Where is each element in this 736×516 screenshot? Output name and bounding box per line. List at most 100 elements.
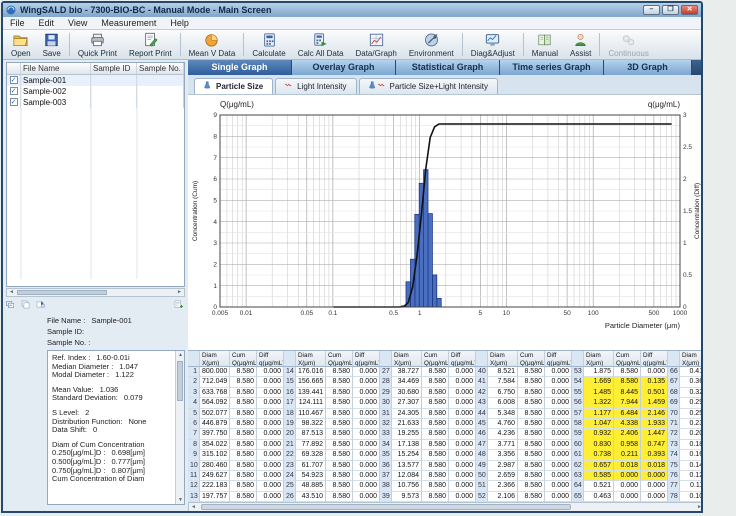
file-list-row[interactable]: ✓Sample-001 bbox=[7, 75, 184, 86]
tab-statistical-graph[interactable]: Statistical Graph bbox=[396, 60, 500, 75]
toolbar-button-continuous: Continuous bbox=[602, 31, 654, 58]
table-row: 12222.1838.5800.000 bbox=[188, 481, 284, 491]
comment-label: Comment bbox=[49, 509, 82, 513]
close-button[interactable]: ✕ bbox=[681, 5, 698, 15]
scroll-left-icon[interactable]: ◄ bbox=[7, 289, 16, 296]
toolbar-button-calculate[interactable]: Calculate bbox=[246, 31, 291, 58]
toolbar-button-open[interactable]: Open bbox=[5, 31, 37, 58]
header-top: Diam bbox=[298, 352, 323, 360]
scroll-left-icon[interactable]: ◄ bbox=[189, 503, 198, 510]
toolbar-button-label: Manual bbox=[532, 49, 558, 58]
menu-item-measurement[interactable]: Measurement bbox=[94, 17, 163, 29]
toolbar-button-label: Continuous bbox=[608, 49, 648, 58]
diff-cell: 0.000 bbox=[257, 440, 284, 450]
stat-value: None bbox=[128, 418, 146, 427]
table-row: 541.6698.5800.135 bbox=[572, 377, 668, 387]
toolbar-button-mean-v-data[interactable]: Mean V Data bbox=[183, 31, 242, 58]
svg-text:3: 3 bbox=[213, 240, 217, 247]
subtab-light-intensity[interactable]: Light Intensity bbox=[275, 78, 356, 94]
file-list-hscroll-thumb[interactable] bbox=[17, 290, 107, 295]
toolbar-button-environment[interactable]: Environment bbox=[403, 31, 460, 58]
stats-vscroll-thumb[interactable] bbox=[177, 361, 183, 401]
row-number-cell: 57 bbox=[572, 409, 584, 419]
row-number-cell: 59 bbox=[572, 429, 584, 439]
chart-svg: 0.0050.010.050.10.5151050100500100001234… bbox=[188, 95, 703, 350]
diam-cell: 354.022 bbox=[200, 440, 230, 450]
diff-cell: 0.000 bbox=[449, 461, 476, 471]
checkbox-icon[interactable]: ✓ bbox=[10, 76, 18, 84]
table-row: 6446.8798.5800.000 bbox=[188, 419, 284, 429]
menu-item-view[interactable]: View bbox=[61, 17, 94, 29]
info-label: Sample No. : bbox=[47, 337, 90, 348]
toolbar-button-save[interactable]: Save bbox=[37, 31, 67, 58]
table-row: 750.1450.0000.000 bbox=[668, 461, 703, 471]
cum-cell: 8.580 bbox=[326, 481, 353, 491]
subtab-particle-size[interactable]: Particle Size bbox=[194, 78, 273, 94]
diam-cell: 87.513 bbox=[296, 429, 326, 439]
scroll-up-icon[interactable]: ▲ bbox=[176, 351, 185, 359]
table-hscroll-thumb[interactable] bbox=[201, 504, 571, 510]
row-number-cell: 7 bbox=[188, 429, 200, 439]
menu-item-file[interactable]: File bbox=[3, 17, 32, 29]
cum-cell: 8.580 bbox=[326, 377, 353, 387]
minimize-button[interactable]: – bbox=[643, 5, 660, 15]
maximize-button[interactable]: ❐ bbox=[662, 5, 679, 15]
table-row: 17124.1118.5800.000 bbox=[284, 398, 380, 408]
table-hscrollbar[interactable]: ◄ ► bbox=[188, 502, 703, 512]
row-number-cell: 17 bbox=[284, 398, 296, 408]
toolbar-button-quick-print[interactable]: Quick Print bbox=[72, 31, 123, 58]
file-list-hscrollbar[interactable]: ◄ ► bbox=[6, 288, 185, 297]
row-number-cell: 31 bbox=[380, 409, 392, 419]
scroll-down-icon[interactable]: ▼ bbox=[176, 496, 185, 504]
toolbar-button-calc-all-data[interactable]: Calc All Data bbox=[292, 31, 350, 58]
result-stats-box: Ref. Index :1.60-0.01iMedian Diameter :1… bbox=[47, 350, 185, 505]
file-checkbox-cell: ✓ bbox=[7, 97, 21, 108]
scroll-right-icon[interactable]: ► bbox=[175, 289, 184, 296]
toolbar-button-diag-adjust[interactable]: Diag&Adjust bbox=[465, 31, 521, 58]
checkbox-icon[interactable]: ✓ bbox=[10, 87, 18, 95]
table-row: 18110.4678.5800.000 bbox=[284, 409, 380, 419]
info-line-sample-no: Sample No. : bbox=[47, 337, 185, 348]
app-window: WingSALD bio - 7300-BIO-BC - Manual Mode… bbox=[1, 1, 703, 513]
row-number-cell: 48 bbox=[476, 450, 488, 460]
file-list-row[interactable]: ✓Sample-003 bbox=[7, 97, 184, 108]
tab-3d-graph[interactable]: 3D Graph bbox=[604, 60, 692, 75]
subtab-label: Particle Size bbox=[216, 82, 263, 91]
diam-cell: 800.000 bbox=[200, 367, 230, 377]
toolbar-separator bbox=[599, 33, 600, 56]
toolbar-button-assist[interactable]: Assist bbox=[564, 31, 597, 58]
copy-data-icon[interactable] bbox=[21, 297, 32, 315]
header-top: Diam bbox=[490, 352, 515, 360]
scroll-right-icon[interactable]: ► bbox=[695, 503, 703, 510]
diam-cell: 0.412 bbox=[680, 367, 703, 377]
add-list-icon[interactable] bbox=[174, 297, 185, 315]
row-number-cell: 56 bbox=[572, 398, 584, 408]
file-list-row[interactable]: ✓Sample-002 bbox=[7, 86, 184, 97]
table-row: 522.1068.5800.000 bbox=[476, 492, 572, 502]
toolbar-button-manual[interactable]: Manual bbox=[526, 31, 564, 58]
subtab-particle-size-light-intensity[interactable]: Particle Size+Light Intensity bbox=[359, 78, 499, 94]
title-bar[interactable]: WingSALD bio - 7300-BIO-BC - Manual Mode… bbox=[3, 3, 701, 17]
tab-overlay-graph[interactable]: Overlay Graph bbox=[292, 60, 396, 75]
tab-single-graph[interactable]: Single Graph bbox=[188, 60, 292, 75]
copy-graph-icon[interactable] bbox=[6, 297, 17, 315]
menu-item-help[interactable]: Help bbox=[163, 17, 196, 29]
file-list-body: ✓Sample-001✓Sample-002✓Sample-003 bbox=[7, 75, 184, 279]
paste-data-icon[interactable] bbox=[36, 297, 47, 315]
row-number-cell: 64 bbox=[572, 481, 584, 491]
row-number-cell: 53 bbox=[572, 367, 584, 377]
toolbar-button-data-graph[interactable]: Data/Graph bbox=[349, 31, 402, 58]
menu-item-edit[interactable]: Edit bbox=[32, 17, 62, 29]
checkbox-icon[interactable]: ✓ bbox=[10, 98, 18, 106]
file-list-col-sample-no: Sample No. bbox=[137, 63, 184, 74]
table-row: 2361.7078.5800.000 bbox=[284, 461, 380, 471]
tab-time-series-graph[interactable]: Time series Graph bbox=[500, 60, 604, 75]
table-group: DiamX(μm)CumQ(μg/mL)Diffq(μg/mL)408.5218… bbox=[476, 351, 572, 502]
header-diff: Diffq(μg/mL) bbox=[449, 351, 476, 367]
diff-cell: 0.000 bbox=[449, 419, 476, 429]
stats-vscrollbar[interactable]: ▲ ▼ bbox=[175, 351, 184, 504]
cum-cell: 8.580 bbox=[422, 429, 449, 439]
row-number-cell: 24 bbox=[284, 471, 296, 481]
diam-cell: 24.305 bbox=[392, 409, 422, 419]
toolbar-button-report-print[interactable]: Report Print bbox=[123, 31, 178, 58]
